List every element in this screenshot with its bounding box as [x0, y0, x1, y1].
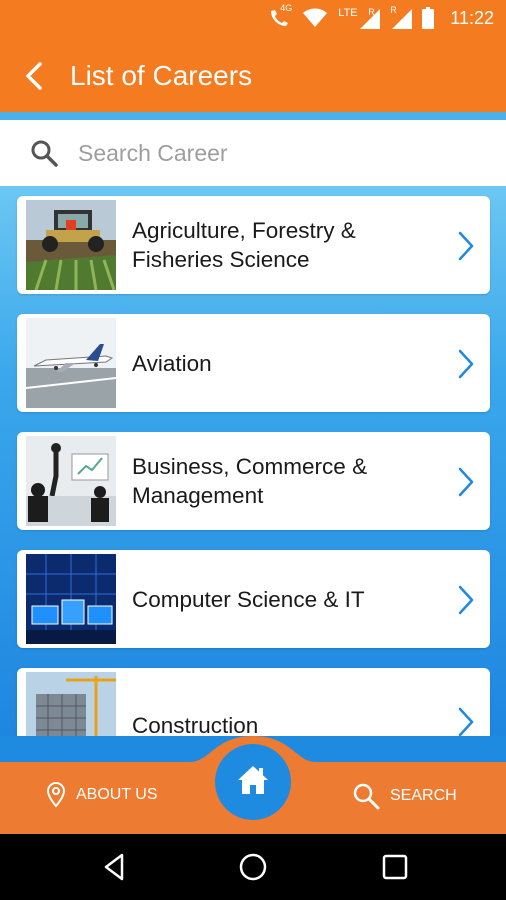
battery-icon [422, 7, 435, 29]
system-nav-bar [0, 834, 506, 900]
home-icon [238, 766, 268, 794]
building-crane-photo [26, 672, 116, 736]
wifi-icon [302, 8, 328, 28]
recents-square-icon[interactable] [380, 852, 410, 882]
career-label: Computer Science & IT [132, 586, 365, 612]
status-bar: 4G LTE R R 11:22 [0, 0, 506, 36]
career-item-agriculture[interactable]: Agriculture, Forestry & Fisheries Scienc… [17, 196, 490, 294]
career-item-construction[interactable]: Construction [17, 668, 490, 736]
search-input[interactable] [78, 134, 488, 172]
chevron-right-icon [456, 348, 476, 380]
chevron-right-icon [456, 706, 476, 736]
career-item-aviation[interactable]: Aviation [17, 314, 490, 412]
call-4g-icon: 4G [268, 3, 292, 29]
search-icon [353, 783, 380, 810]
back-arrow-icon[interactable] [20, 60, 52, 92]
chevron-right-icon [456, 466, 476, 498]
airplane-runway-photo [26, 318, 116, 408]
status-icons: 4G LTE R R 11:22 [268, 3, 494, 31]
career-item-business[interactable]: Business, Commerce & Management [17, 432, 490, 530]
page-title: List of Careers [70, 60, 253, 91]
signal-icon: R [390, 5, 413, 29]
chevron-right-icon [456, 584, 476, 616]
home-button[interactable] [215, 744, 291, 820]
about-us-label: ABOUT US [76, 786, 158, 803]
career-label: Aviation [132, 350, 212, 376]
app-bar: List of Careers [0, 36, 506, 112]
search-nav-button[interactable]: SEARCH [352, 782, 457, 810]
about-us-button[interactable]: ABOUT US [46, 782, 158, 808]
back-triangle-icon[interactable] [100, 852, 130, 882]
tractor-field-photo [26, 200, 116, 290]
business-meeting-photo [26, 436, 116, 526]
computer-monitors-photo [26, 554, 116, 644]
career-label: Business, Commerce & Management [132, 454, 368, 508]
bottom-nav: ABOUT US SEARCH [0, 736, 506, 834]
home-circle-icon[interactable] [238, 852, 268, 882]
location-pin-icon [46, 782, 66, 808]
search-nav-label: SEARCH [390, 787, 457, 804]
chevron-right-icon [456, 230, 476, 262]
status-time: 11:22 [450, 7, 494, 28]
career-label: Agriculture, Forestry & Fisheries Scienc… [132, 218, 356, 272]
career-list: Agriculture, Forestry & Fisheries Scienc… [0, 186, 506, 736]
search-icon [30, 139, 58, 167]
career-item-computer-science[interactable]: Computer Science & IT [17, 550, 490, 648]
header-divider [0, 112, 506, 120]
career-label: Construction [132, 712, 259, 737]
signal-lte-icon: LTE R [338, 7, 381, 29]
search-bar [0, 120, 506, 186]
